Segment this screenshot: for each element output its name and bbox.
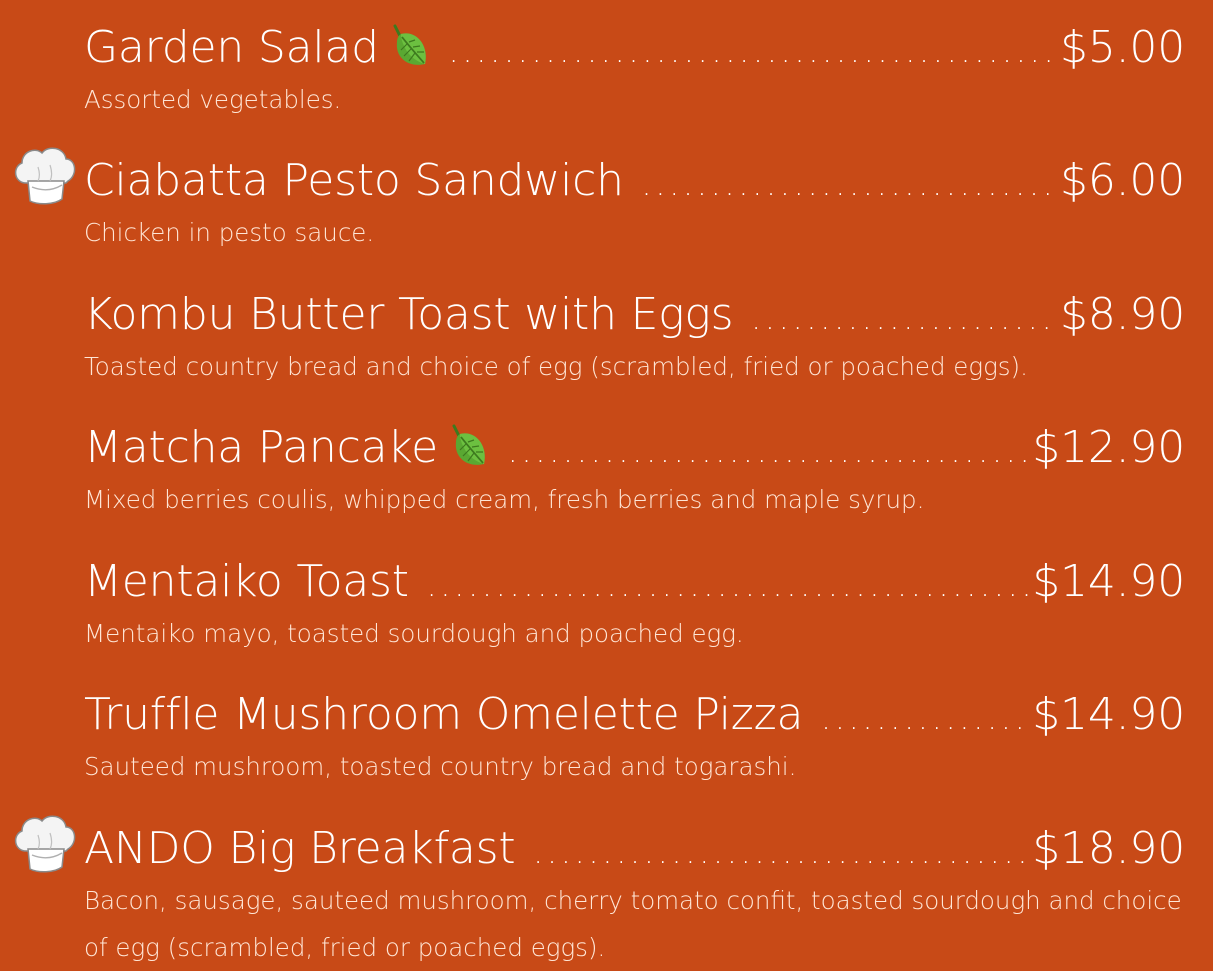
menu-item-description: Toasted country bread and choice of egg … <box>84 352 1028 381</box>
menu-item-name: Truffle Mushroom Omelette Pizza <box>84 689 804 740</box>
menu-item-row: Truffle Mushroom Omelette Pizza $14.90 <box>84 677 1185 737</box>
menu-item-description: Bacon, sausage, sauteed mushroom, cherry… <box>84 886 1182 962</box>
menu-item-name-wrap: Mentaiko Toast <box>84 560 409 604</box>
leader-dots <box>642 159 1056 203</box>
menu-item-name-wrap: Kombu Butter Toast with Eggs <box>84 289 734 340</box>
menu-item-description: Mixed berries coulis, whipped cream, fre… <box>84 485 925 514</box>
menu-item-description: Assorted vegetables. <box>84 85 342 114</box>
menu-item-name: Matcha Pancake <box>84 422 438 473</box>
chef-hat-icon <box>14 815 76 873</box>
menu-item-description: Mentaiko mayo, toasted sourdough and poa… <box>84 619 744 648</box>
menu-item-price: $12.90 <box>1032 422 1185 473</box>
menu-item-name-wrap: ANDO Big Breakfast <box>84 823 516 874</box>
menu-item-row: Mentaiko Toast $14.90 <box>84 544 1185 604</box>
menu-item-name-wrap: Ciabatta Pesto Sandwich <box>84 159 624 203</box>
menu-item-price: $14.90 <box>1032 689 1185 740</box>
menu-item-name: ANDO Big Breakfast <box>84 823 516 874</box>
menu-item-name: Mentaiko Toast <box>84 556 409 607</box>
menu-item-price: $8.90 <box>1060 289 1185 340</box>
menu-item-name: Ciabatta Pesto Sandwich <box>84 155 624 206</box>
menu-item-row: Garden Salad $5.00 <box>84 10 1185 70</box>
menu-item-name-wrap: Garden Salad <box>84 20 431 70</box>
leader-dots <box>427 560 1028 604</box>
menu-item-row: ANDO Big Breakfast $18.90 <box>84 811 1185 871</box>
menu-item-price: $14.90 <box>1032 556 1185 607</box>
menu-item-row: Kombu Butter Toast with Eggs $8.90 <box>84 277 1185 337</box>
menu-item-price: $18.90 <box>1032 823 1185 874</box>
leader-dots <box>449 26 1056 70</box>
menu-list: Garden Salad $5.00 Assorted vegetables. <box>0 0 1213 968</box>
menu-item-row: Matcha Pancake $12.90 <box>84 410 1185 470</box>
leader-dots <box>508 426 1028 470</box>
chef-hat-icon <box>14 147 76 205</box>
menu-item-description: Chicken in pesto sauce. <box>84 218 375 247</box>
menu-item-price: $5.00 <box>1060 22 1185 73</box>
menu-item-name: Kombu Butter Toast with Eggs <box>84 289 734 340</box>
leader-dots <box>533 827 1028 871</box>
leader-dots <box>821 693 1028 737</box>
leader-dots <box>751 293 1056 337</box>
menu-item-row: Ciabatta Pesto Sandwich $6.00 <box>84 143 1185 203</box>
leaf-icon <box>393 24 426 65</box>
menu-item-name: Garden Salad <box>84 22 379 73</box>
menu-item-name-wrap: Truffle Mushroom Omelette Pizza <box>84 693 803 737</box>
menu-item-name-wrap: Matcha Pancake <box>84 420 490 470</box>
menu-item-price: $6.00 <box>1060 155 1185 206</box>
menu-item-description: Sauteed mushroom, toasted country bread … <box>84 752 797 781</box>
leaf-icon <box>452 424 485 465</box>
